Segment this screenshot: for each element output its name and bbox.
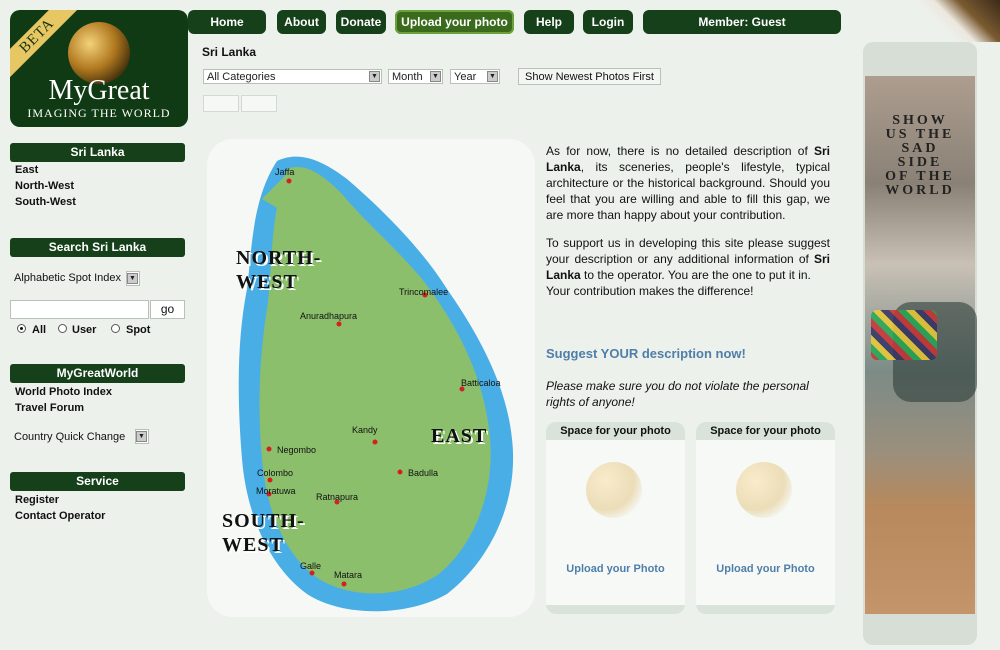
logo-tagline: IMAGING THE WORLD [27, 106, 171, 120]
month-select-value: Month [392, 71, 423, 83]
upload-card: Space for your photo Upload your Photo [546, 422, 685, 614]
region-label-east: EAST [431, 425, 488, 447]
description-paragraph-3: Your contribution makes the difference! [546, 284, 754, 298]
banner-line: SHOW [892, 113, 948, 128]
show-newest-button[interactable]: Show Newest Photos First [518, 68, 661, 85]
city-label-matara: Matara [334, 570, 363, 580]
service-section-title: Service [10, 472, 185, 491]
member-status: Member: Guest [643, 10, 841, 34]
city-label-trincomalee: Trincomalee [399, 287, 449, 297]
description-text: to the operator. You are the one to put … [580, 268, 811, 282]
city-label-kandy: Kandy [352, 425, 378, 435]
radio-spot-label: Spot [126, 324, 151, 336]
alpha-index-label: Alphabetic Spot Index [14, 272, 122, 284]
alpha-index-select[interactable]: ▼ [126, 271, 140, 286]
city-label-batticaloa: Batticaloa [461, 378, 501, 388]
region-label-south-west: SOUTH-WEST [222, 510, 305, 556]
sidebar-region-north-west[interactable]: North-West [15, 180, 74, 192]
side-banner[interactable]: SHOW US THE SAD SIDE OF THE WORLD [863, 42, 977, 645]
page-title: Sri Lanka [202, 45, 257, 59]
dropdown-arrow-icon: ▼ [127, 273, 138, 284]
description-paragraph-1: As for now, there is no detailed descrip… [546, 143, 830, 223]
logo-name: MyGreat [48, 75, 150, 106]
dropdown-arrow-icon: ▼ [487, 71, 498, 82]
city-label-anuradhapura: Anuradhapura [300, 311, 358, 321]
description-paragraph-2: To support us in developing this site pl… [546, 235, 830, 283]
banner-photo-pillow [871, 310, 937, 360]
upload-card-header: Space for your photo [546, 422, 685, 440]
sidebar-region-south-west[interactable]: South-West [15, 196, 76, 208]
city-label-moratuwa: Moratuwa [256, 486, 296, 496]
radio-user[interactable] [58, 324, 67, 333]
region-label-north-west: NORTH-WEST [236, 247, 322, 293]
city-label-ratnapura: Ratnapura [316, 492, 359, 502]
nav-help[interactable]: Help [524, 10, 574, 34]
country-quick-change-select[interactable]: ▼ [135, 429, 149, 444]
register-link[interactable]: Register [15, 494, 59, 506]
sri-lanka-map[interactable]: Jaffa Trincomalee Anuradhapura Batticalo… [207, 139, 535, 617]
contact-operator-link[interactable]: Contact Operator [15, 510, 105, 522]
mygreatworld-section-title: MyGreatWorld [10, 364, 185, 383]
site-logo[interactable]: BETA MyGreat IMAGING THE WORLD [10, 10, 188, 127]
upload-photo-link[interactable]: Upload your Photo [696, 563, 835, 575]
dropdown-arrow-icon: ▼ [136, 431, 147, 442]
banner-line: US THE [885, 127, 955, 142]
upload-card-header: Space for your photo [696, 422, 835, 440]
travel-forum-link[interactable]: Travel Forum [15, 402, 84, 414]
city-label-jaffa: Jaffa [275, 167, 295, 177]
banner-text: SHOW US THE SAD SIDE OF THE WORLD [863, 114, 977, 198]
year-select-value: Year [454, 71, 477, 83]
category-select[interactable]: All Categories ▼ [203, 69, 382, 84]
dropdown-arrow-icon: ▼ [430, 71, 441, 82]
year-select[interactable]: Year ▼ [450, 69, 500, 84]
rights-warning: Please make sure you do not violate the … [546, 379, 809, 409]
search-section-title: Search Sri Lanka [10, 238, 185, 257]
sidebar-region-title: Sri Lanka [10, 143, 185, 162]
description-text: , its sceneries, people's lifestyle, typ… [546, 160, 830, 222]
nav-donate[interactable]: Donate [336, 10, 386, 34]
radio-user-label: User [72, 324, 97, 336]
upload-card-footer [546, 605, 685, 614]
radio-all-label: All [32, 324, 47, 336]
city-label-galle: Galle [300, 561, 322, 571]
banner-line: WORLD [885, 183, 955, 198]
globe-placeholder-icon [586, 462, 642, 518]
description-text: As for now, there is no detailed descrip… [546, 144, 814, 158]
suggest-description-link[interactable]: Suggest YOUR description now! [546, 346, 746, 361]
next-page-button[interactable] [241, 95, 277, 112]
nav-home[interactable]: Home [188, 10, 266, 34]
category-select-value: All Categories [207, 71, 276, 83]
nav-upload-photo[interactable]: Upload your photo [395, 10, 514, 34]
month-select[interactable]: Month ▼ [388, 69, 443, 84]
upload-card-footer [696, 605, 835, 614]
city-label-negombo: Negombo [277, 445, 317, 455]
search-go-button[interactable]: go [150, 300, 185, 319]
corner-decoration [920, 0, 1000, 42]
city-label-badulla: Badulla [408, 468, 439, 478]
upload-card: Space for your photo Upload your Photo [696, 422, 835, 614]
upload-photo-link[interactable]: Upload your Photo [546, 563, 685, 575]
banner-line: SAD [901, 141, 939, 156]
radio-all[interactable] [17, 324, 26, 333]
sidebar-region-east[interactable]: East [15, 164, 38, 176]
country-description: As for now, there is no detailed descrip… [546, 143, 830, 299]
search-input[interactable] [10, 300, 149, 319]
nav-about[interactable]: About [277, 10, 326, 34]
globe-placeholder-icon [736, 462, 792, 518]
nav-login[interactable]: Login [583, 10, 633, 34]
banner-line: SIDE [897, 155, 943, 170]
country-quick-change-label: Country Quick Change [14, 431, 126, 443]
description-text: To support us in developing this site pl… [546, 236, 830, 266]
city-marker-jaffa [286, 178, 292, 184]
prev-page-button[interactable] [203, 95, 239, 112]
city-label-colombo: Colombo [257, 468, 294, 478]
dropdown-arrow-icon: ▼ [369, 71, 380, 82]
world-photo-index-link[interactable]: World Photo Index [15, 386, 112, 398]
banner-line: OF THE [885, 169, 955, 184]
radio-spot[interactable] [111, 324, 120, 333]
